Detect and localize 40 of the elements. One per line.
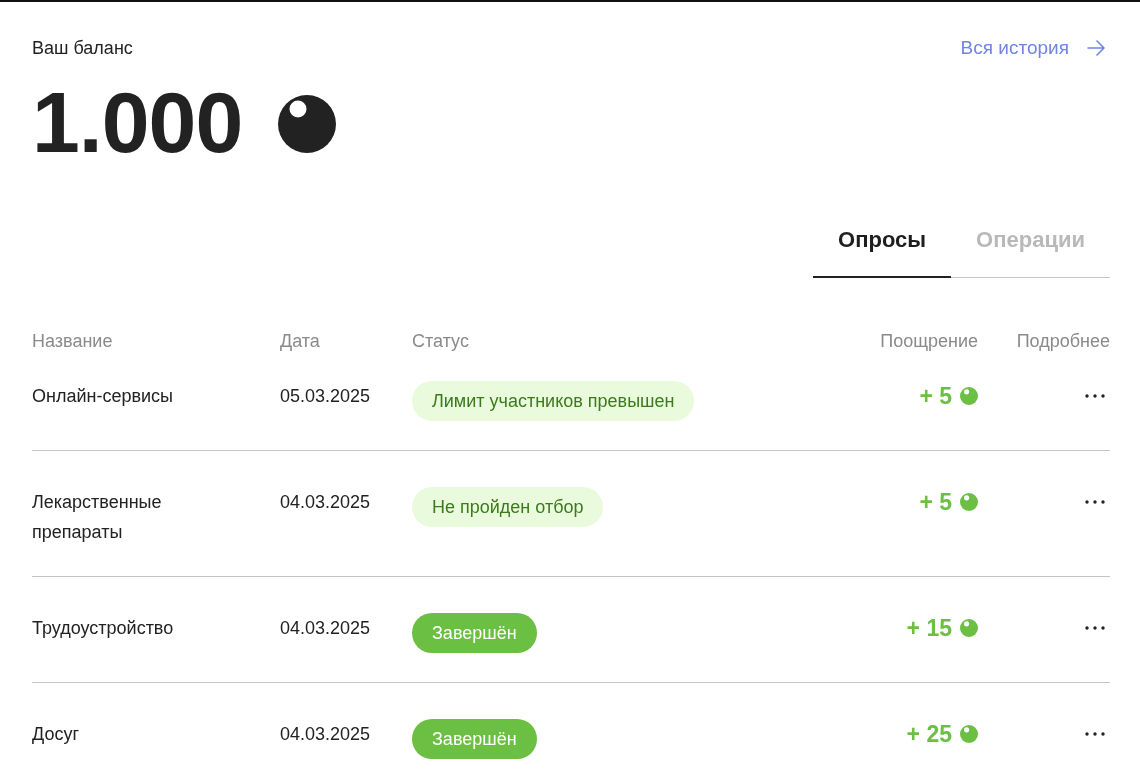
more-icon [1085, 732, 1105, 736]
coin-icon [278, 95, 337, 153]
more-icon [1085, 394, 1105, 398]
survey-date: 05.03.2025 [280, 386, 371, 406]
reward-amount: + 5 [919, 382, 952, 411]
history-link[interactable]: Вся история [960, 36, 1105, 60]
column-header: Статус [412, 331, 469, 351]
tab[interactable]: Опросы [813, 226, 952, 278]
reward-amount: + 5 [919, 488, 952, 517]
column-header: Подробнее [1016, 331, 1110, 351]
status-badge: Лимит участников превышен [412, 381, 695, 421]
status-badge: Завершён [412, 719, 537, 759]
coin-icon [960, 387, 978, 405]
survey-date: 04.03.2025 [280, 724, 371, 744]
reward-amount: + 25 [906, 720, 952, 749]
column-header: Название [32, 331, 113, 351]
more-button[interactable] [1085, 626, 1105, 630]
coin-icon [960, 725, 978, 743]
arrow-right-icon [1087, 40, 1105, 56]
survey-name: Досуг [32, 723, 80, 746]
balance-amount: 1.000 [32, 79, 243, 165]
more-icon [1085, 500, 1105, 504]
survey-date: 04.03.2025 [280, 618, 371, 638]
more-button[interactable] [1085, 732, 1105, 736]
status-badge: Не пройден отбор [412, 487, 604, 527]
survey-name: Онлайн-сервисы [32, 385, 175, 408]
survey-date: 04.03.2025 [280, 492, 371, 512]
coin-icon [960, 619, 978, 637]
survey-name: Лекарственные препараты [32, 491, 163, 544]
coin-icon [960, 493, 978, 511]
column-header: Поощрение [880, 331, 978, 351]
status-badge: Завершён [412, 613, 537, 653]
more-button[interactable] [1085, 394, 1105, 398]
column-header: Дата [280, 331, 320, 351]
more-button[interactable] [1085, 500, 1105, 504]
reward-amount: + 15 [906, 614, 952, 643]
balance-label: Ваш баланс [32, 37, 133, 60]
tab[interactable]: Операции [951, 226, 1110, 278]
survey-name: Трудоустройство [32, 617, 175, 640]
more-icon [1085, 626, 1105, 630]
